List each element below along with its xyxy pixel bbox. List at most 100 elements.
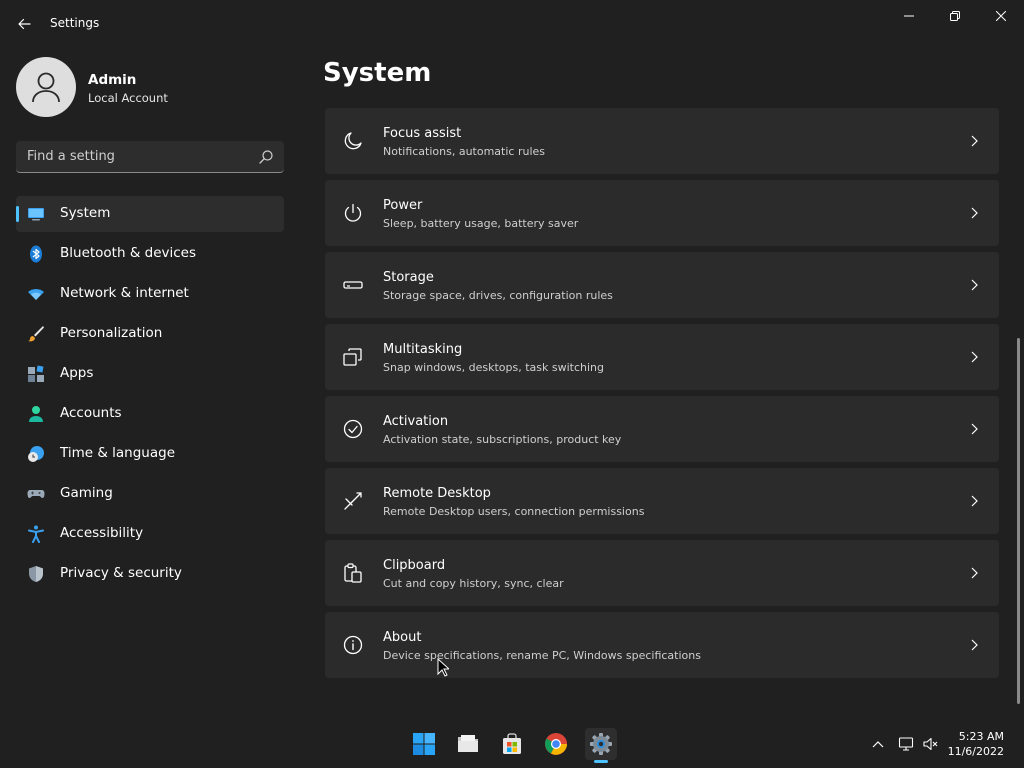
drive-icon [343, 281, 363, 289]
user-name: Admin [88, 72, 137, 88]
wifi-icon [28, 289, 44, 300]
chevron-right-icon [971, 639, 978, 651]
title-bar: Settings [0, 0, 1024, 48]
monitor-icon [28, 208, 44, 221]
card-about[interactable]: About Device specifications, rename PC, … [325, 612, 999, 678]
card-title: Activation [383, 414, 449, 429]
card-subtitle: Activation state, subscriptions, product… [383, 433, 622, 446]
store-icon [503, 733, 521, 754]
minimize-button[interactable] [886, 0, 932, 32]
settings-list: Focus assist Notifications, automatic ru… [325, 108, 999, 684]
card-title: Multitasking [383, 342, 463, 357]
person-icon [29, 406, 43, 422]
card-title: Storage [383, 270, 434, 285]
chevron-right-icon [971, 567, 978, 579]
card-activation[interactable]: Activation Activation state, subscriptio… [325, 396, 999, 462]
card-remote-desktop[interactable]: Remote Desktop Remote Desktop users, con… [325, 468, 999, 534]
scrollbar-thumb[interactable] [1017, 338, 1020, 704]
taskbar-settings[interactable] [585, 728, 617, 760]
card-title: Remote Desktop [383, 486, 491, 501]
mouse-cursor-icon [437, 658, 449, 677]
info-icon [343, 635, 363, 655]
sidebar-item-apps[interactable]: Apps [16, 356, 284, 392]
accessibility-icon [28, 525, 44, 543]
moon-icon [344, 132, 362, 150]
taskbar-store[interactable] [496, 728, 528, 760]
card-subtitle: Snap windows, desktops, task switching [383, 361, 605, 374]
clock-time: 5:23 AM [958, 730, 1004, 743]
card-clipboard[interactable]: Clipboard Cut and copy history, sync, cl… [325, 540, 999, 606]
sidebar-item-label: Network & internet [60, 285, 189, 301]
windows-start-icon [413, 733, 435, 755]
bluetooth-icon [30, 245, 42, 263]
user-icon [32, 72, 60, 103]
volume-muted-icon[interactable] [923, 736, 939, 752]
card-title: Clipboard [383, 558, 446, 573]
sidebar-item-bluetooth[interactable]: Bluetooth & devices [16, 236, 284, 272]
sidebar-item-gaming[interactable]: Gaming [16, 476, 284, 512]
card-subtitle: Device specifications, rename PC, Window… [383, 649, 701, 662]
back-arrow-icon [18, 18, 31, 30]
sidebar-nav: System Bluetooth & devices Network & int… [16, 196, 284, 596]
sidebar-item-label: Time & language [60, 445, 176, 461]
network-icon[interactable] [898, 736, 914, 752]
sidebar-item-network[interactable]: Network & internet [16, 276, 284, 312]
search-icon[interactable] [258, 149, 274, 165]
sidebar-item-label: Privacy & security [60, 565, 182, 581]
restore-button[interactable] [932, 0, 978, 32]
close-button[interactable] [978, 0, 1024, 32]
card-storage[interactable]: Storage Storage space, drives, configura… [325, 252, 999, 318]
card-subtitle: Cut and copy history, sync, clear [383, 577, 564, 590]
clock-date: 11/6/2022 [947, 745, 1004, 758]
chevron-right-icon [971, 135, 978, 147]
sidebar-item-personalization[interactable]: Personalization [16, 316, 284, 352]
card-subtitle: Storage space, drives, configuration rul… [383, 289, 613, 302]
chevron-up-icon[interactable] [870, 736, 886, 752]
selection-indicator [16, 206, 19, 222]
shield-icon [29, 566, 43, 582]
clipboard-icon [344, 563, 362, 583]
sidebar-item-privacy-security[interactable]: Privacy & security [16, 556, 284, 592]
start-button[interactable] [408, 728, 440, 760]
clock[interactable]: 5:23 AM 11/6/2022 [948, 729, 1004, 759]
card-subtitle: Notifications, automatic rules [383, 145, 546, 158]
clock-globe-icon [28, 446, 44, 462]
card-focus-assist[interactable]: Focus assist Notifications, automatic ru… [325, 108, 999, 174]
sidebar-item-time-language[interactable]: Time & language [16, 436, 284, 472]
sidebar-item-accessibility[interactable]: Accessibility [16, 516, 284, 552]
multitask-icon [343, 348, 362, 366]
close-icon [996, 11, 1006, 21]
card-title: Power [383, 198, 423, 213]
chrome-icon [545, 733, 567, 755]
chevron-right-icon [971, 207, 978, 219]
sidebar-item-label: System [60, 205, 111, 221]
app-title: Settings [50, 16, 100, 30]
taskbar-chrome[interactable] [540, 728, 572, 760]
checkmark-circle-icon [343, 419, 363, 439]
apps-icon [28, 365, 44, 382]
chevron-right-icon [971, 495, 978, 507]
sidebar-item-label: Bluetooth & devices [60, 245, 197, 261]
sidebar-item-system[interactable]: System [16, 196, 284, 232]
chevron-right-icon [971, 279, 978, 291]
search-box[interactable] [16, 141, 284, 173]
file-explorer-icon [458, 735, 478, 752]
sidebar-item-accounts[interactable]: Accounts [16, 396, 284, 432]
back-button[interactable] [12, 12, 36, 36]
avatar[interactable] [16, 57, 76, 117]
account-type: Local Account [88, 91, 168, 105]
chevron-right-icon [971, 351, 978, 363]
settings-gear-icon [590, 733, 612, 755]
sidebar-item-label: Personalization [60, 325, 163, 341]
sidebar-item-label: Accounts [60, 405, 122, 421]
card-multitasking[interactable]: Multitasking Snap windows, desktops, tas… [325, 324, 999, 390]
taskbar-file-explorer[interactable] [452, 728, 484, 760]
card-title: Focus assist [383, 126, 462, 141]
chevron-right-icon [971, 423, 978, 435]
sidebar-item-label: Apps [60, 365, 94, 381]
search-input[interactable] [16, 141, 252, 172]
power-icon [344, 203, 362, 222]
taskbar: 5:23 AM 11/6/2022 [0, 720, 1024, 768]
minimize-icon [904, 15, 914, 17]
card-power[interactable]: Power Sleep, battery usage, battery save… [325, 180, 999, 246]
